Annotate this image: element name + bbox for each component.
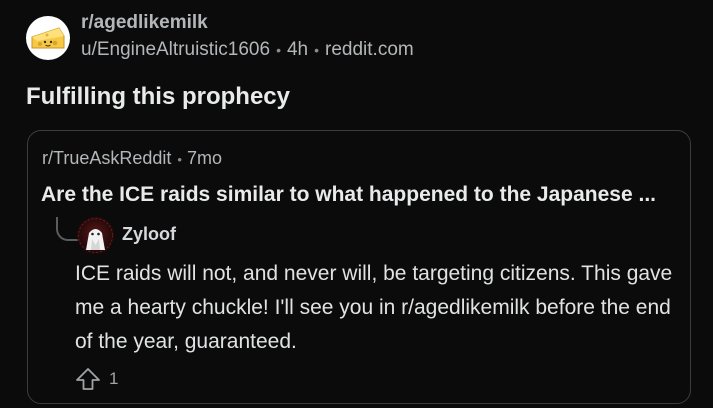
thread-connector (56, 217, 78, 241)
embedded-meta: r/TrueAskReddit • 7mo (42, 148, 222, 169)
post-title[interactable]: Fulfilling this prophecy (26, 83, 290, 111)
upvote-arrow-icon[interactable] (75, 367, 101, 391)
subreddit-avatar[interactable] (26, 15, 70, 60)
post-meta: u/EngineAltruistic1606 • 4h • reddit.com (81, 37, 414, 63)
post-header: r/agedlikemilk u/EngineAltruistic1606 • 4h… (26, 12, 414, 63)
embedded-age: 7mo (186, 148, 222, 168)
upvote-count: 1 (109, 369, 119, 388)
meta-separator: • (276, 42, 281, 58)
commenter-username[interactable]: Zyloof (122, 224, 176, 245)
embedded-post-title[interactable]: Are the ICE raids similar to what happen… (41, 183, 656, 207)
embedded-comment-card[interactable]: r/TrueAskReddit • 7mo Are the ICE raids si… (27, 130, 691, 404)
subreddit-name[interactable]: r/agedlikemilk (81, 12, 414, 34)
commenter-avatar[interactable] (77, 217, 114, 254)
user-avatar-icon (78, 218, 113, 253)
meta-separator: • (177, 152, 182, 167)
post-domain[interactable]: reddit.com (325, 39, 414, 60)
comment-body: ICE raids will not, and never will, be t… (75, 262, 673, 353)
upvote-control[interactable]: 1 (75, 367, 118, 391)
embedded-subreddit[interactable]: r/TrueAskReddit (42, 148, 171, 168)
post-age: 4h (286, 39, 309, 60)
cheese-icon (31, 26, 65, 48)
author-name[interactable]: u/EngineAltruistic1606 (81, 39, 270, 60)
meta-separator: • (314, 42, 320, 58)
